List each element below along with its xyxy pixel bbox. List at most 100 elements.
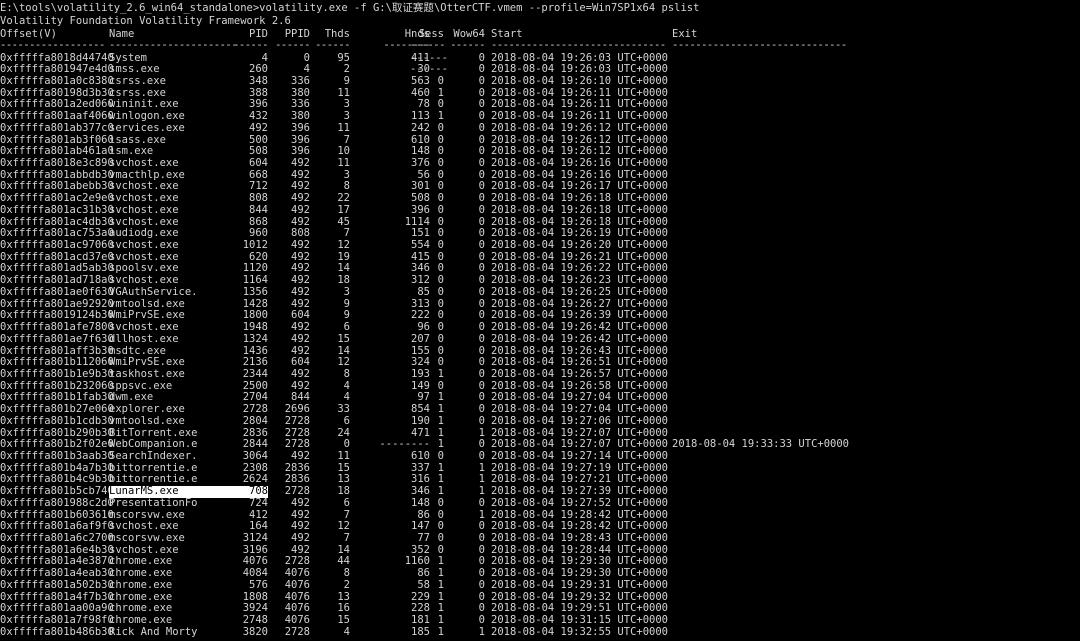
cell-thds: 6 xyxy=(343,414,350,427)
cell-start: 2018-08-04 19:27:52 UTC+0000 xyxy=(491,496,669,509)
cell-sess: 0 xyxy=(437,203,444,216)
cell-wow: 0 xyxy=(478,332,485,345)
cell-ppid: 336 xyxy=(291,74,310,87)
cell-start: 2018-08-04 19:31:15 UTC+0000 xyxy=(491,614,669,627)
cell-thds: 11 xyxy=(337,121,350,134)
cell-ppid: 4076 xyxy=(284,614,310,627)
cell-pid: 1324 xyxy=(242,332,268,345)
cell-sess: 0 xyxy=(437,449,444,462)
cell-start: 2018-08-04 19:26:57 UTC+0000 xyxy=(491,367,669,380)
cell-start: 2018-08-04 19:26:18 UTC+0000 xyxy=(491,203,669,216)
cell-offset: 0xfffffa801ae7f630 xyxy=(0,332,114,345)
cell-thds: 15 xyxy=(337,332,350,345)
cell-pid: 1012 xyxy=(242,239,268,252)
cell-offset: 0xfffffa801b1e9b30 xyxy=(0,367,114,380)
cell-pid: 604 xyxy=(249,156,268,169)
cell-ppid: 2728 xyxy=(284,625,310,638)
cell-ppid: 492 xyxy=(291,321,310,334)
cell-start: 2018-08-04 19:26:10 UTC+0000 xyxy=(491,74,669,87)
cell-wow: 0 xyxy=(478,239,485,252)
cell-thds: 17 xyxy=(337,203,350,216)
cell-pid: 348 xyxy=(249,74,268,87)
cell-sess: 0 xyxy=(437,285,444,298)
cell-ppid: 492 xyxy=(291,332,310,345)
cell-ppid: 492 xyxy=(291,496,310,509)
cell-sess: 0 xyxy=(437,121,444,134)
cell-thds: 8 xyxy=(343,367,350,380)
cell-start: 2018-08-04 19:27:06 UTC+0000 xyxy=(491,414,669,427)
cell-start: 2018-08-04 19:26:25 UTC+0000 xyxy=(491,285,669,298)
cell-thds: 11 xyxy=(337,156,350,169)
cell-thds: 11 xyxy=(337,449,350,462)
separator: ------------------------------ xyxy=(672,39,847,51)
separator: ------------------ xyxy=(0,39,105,51)
cell-wow: 0 xyxy=(478,614,485,627)
cell-ppid: 492 xyxy=(291,285,310,298)
cell-sess: 0 xyxy=(437,74,444,87)
cell-pid: 2344 xyxy=(242,367,268,380)
cell-pid: 844 xyxy=(249,203,268,216)
cell-start: 2018-08-04 19:28:43 UTC+0000 xyxy=(491,532,669,545)
command-line: E:\tools\volatility_2.6_win64_standalone… xyxy=(0,2,700,14)
cell-thds: 6 xyxy=(343,496,350,509)
cell-pid: 3124 xyxy=(242,532,268,545)
cell-thds: 15 xyxy=(337,614,350,627)
cell-sess: 1 xyxy=(437,367,444,380)
cell-pid: 2748 xyxy=(242,614,268,627)
cell-wow: 0 xyxy=(478,367,485,380)
cell-offset: 0xfffffa801a502b30 xyxy=(0,578,114,591)
cell-sess: 1 xyxy=(437,625,444,638)
cell-sess: 0 xyxy=(437,321,444,334)
cell-thds: 12 xyxy=(337,239,350,252)
cell-ppid: 492 xyxy=(291,239,310,252)
cell-wow: 0 xyxy=(478,449,485,462)
cell-sess: 0 xyxy=(437,332,444,345)
cell-wow: 0 xyxy=(478,414,485,427)
cell-start: 2018-08-04 19:26:42 UTC+0000 xyxy=(491,332,669,345)
cell-sess: 0 xyxy=(437,239,444,252)
cell-pid: 3064 xyxy=(242,449,268,462)
cell-sess: 0 xyxy=(437,532,444,545)
separator: ------ xyxy=(450,39,485,51)
cell-ppid: 396 xyxy=(291,121,310,134)
separator: ------ xyxy=(410,39,445,51)
cell-wow: 0 xyxy=(478,203,485,216)
cell-start: 2018-08-04 19:32:55 UTC+0000 xyxy=(491,625,669,638)
cell-thds: 7 xyxy=(343,532,350,545)
cell-wow: 0 xyxy=(478,321,485,334)
cell-pid: 576 xyxy=(249,578,268,591)
cell-sess: 1 xyxy=(437,414,444,427)
cell-start: 2018-08-04 19:26:20 UTC+0000 xyxy=(491,239,669,252)
header-separator: ------------------ ---------------------… xyxy=(0,39,847,52)
cell-pid: 492 xyxy=(249,121,268,134)
cell-offset: 0xfffffa801b1cdb30 xyxy=(0,414,114,427)
cell-offset: 0xfffffa801a6c2700 xyxy=(0,532,114,545)
cell-pid: 3820 xyxy=(242,625,268,638)
cell-wow: 1 xyxy=(478,625,485,638)
cell-start: 2018-08-04 19:26:16 UTC+0000 xyxy=(491,156,669,169)
cell-wow: 0 xyxy=(478,74,485,87)
cell-thds: 3 xyxy=(343,285,350,298)
cell-offset: 0xfffffa801a0c8380 xyxy=(0,74,114,87)
cell-wow: 0 xyxy=(478,156,485,169)
cell-sess: 0 xyxy=(437,156,444,169)
cell-start: 2018-08-04 19:27:14 UTC+0000 xyxy=(491,449,669,462)
volatility-banner: Volatility Foundation Volatility Framewo… xyxy=(0,15,291,27)
cell-offset: 0xfffffa801ab377c0 xyxy=(0,121,114,134)
cell-wow: 0 xyxy=(478,285,485,298)
separator: ------ xyxy=(233,39,268,51)
cell-thds: 2 xyxy=(343,578,350,591)
separator: ------ xyxy=(275,39,310,51)
cell-thds: 4 xyxy=(343,625,350,638)
cell-offset: 0xfffffa801b3aab30 xyxy=(0,449,114,462)
cell-offset: 0xfffffa801b486b30 xyxy=(0,625,114,638)
terminal-window[interactable]: E:\tools\volatility_2.6_win64_standalone… xyxy=(0,0,1080,641)
cell-sess: 1 xyxy=(437,578,444,591)
separator: ------------------------------ xyxy=(491,39,666,51)
cell-wow: 0 xyxy=(478,578,485,591)
cell-offset: 0xfffffa801afe7800 xyxy=(0,321,114,334)
cell-offset: 0xfffffa801ae0f630 xyxy=(0,285,114,298)
cell-offset: 0xfffffa801ac31b30 xyxy=(0,203,114,216)
cell-ppid: 492 xyxy=(291,449,310,462)
cell-ppid: 492 xyxy=(291,532,310,545)
